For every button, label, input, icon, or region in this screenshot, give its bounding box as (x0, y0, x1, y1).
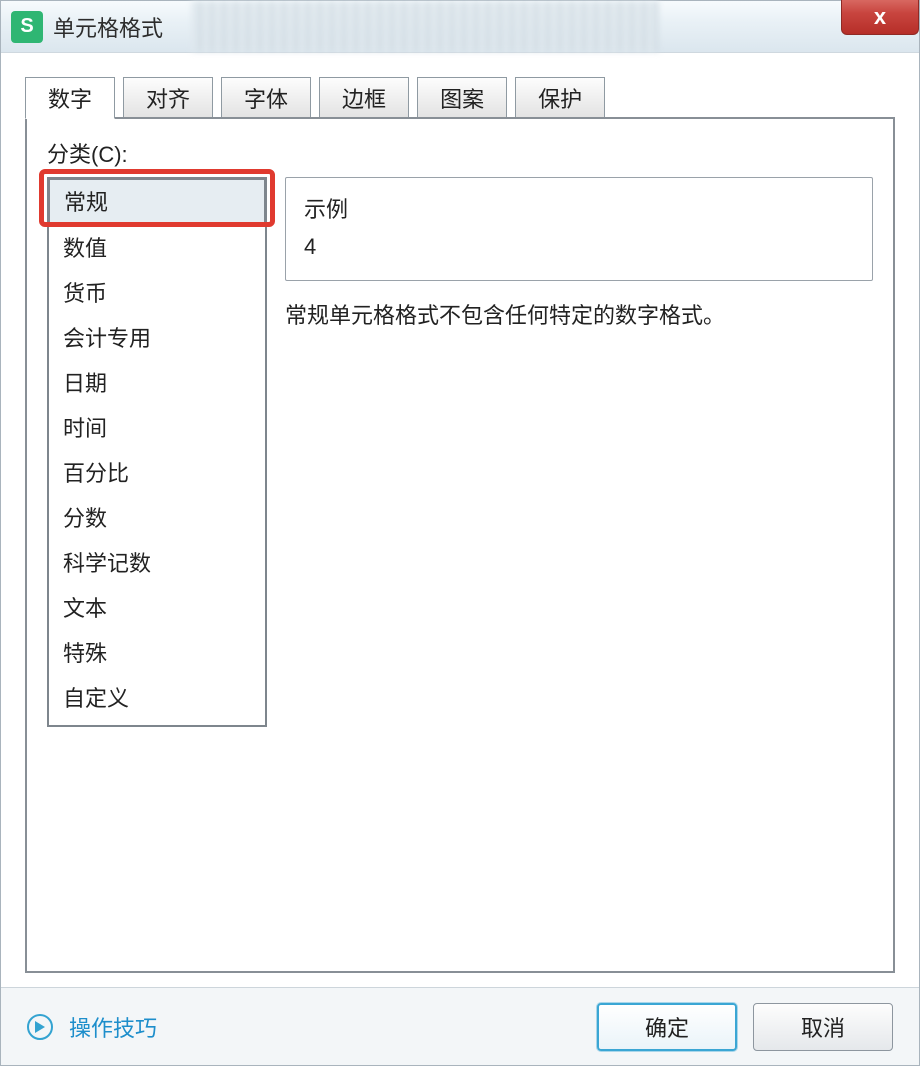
close-icon: x (874, 4, 886, 30)
tab-label: 数字 (48, 82, 92, 114)
category-item-text[interactable]: 文本 (49, 586, 265, 631)
category-list[interactable]: 常规 数值 货币 会计专用 日期 (47, 177, 267, 727)
tab-panel-number: 分类(C): 常规 数值 货币 (25, 117, 895, 973)
tab-label: 字体 (244, 82, 288, 114)
dialog-content: 数字 对齐 字体 边框 图案 保护 分类(C): (1, 53, 919, 987)
app-icon: S (11, 11, 43, 43)
right-side: 示例 4 常规单元格格式不包含任何特定的数字格式。 (285, 177, 873, 332)
panel-body: 常规 数值 货币 会计专用 日期 (47, 177, 873, 727)
tab-label: 保护 (538, 82, 582, 114)
category-item-label: 文本 (63, 596, 107, 621)
app-icon-letter: S (20, 15, 33, 38)
category-item-date[interactable]: 日期 (49, 361, 265, 406)
sample-title: 示例 (304, 192, 854, 224)
category-item-scientific[interactable]: 科学记数 (49, 541, 265, 586)
dialog-footer: 操作技巧 确定 取消 (1, 987, 919, 1065)
category-item-label: 百分比 (63, 461, 129, 486)
sample-value: 4 (304, 234, 854, 260)
category-item-number[interactable]: 数值 (49, 226, 265, 271)
category-item-label: 特殊 (63, 641, 107, 666)
category-item-time[interactable]: 时间 (49, 406, 265, 451)
category-item-label: 分数 (63, 506, 107, 531)
category-item-custom[interactable]: 自定义 (49, 676, 265, 721)
close-button[interactable]: x (841, 0, 919, 35)
dialog-title: 单元格格式 (53, 11, 163, 43)
category-label: 分类(C): (47, 137, 873, 169)
category-item-label: 科学记数 (63, 551, 151, 576)
tab-number[interactable]: 数字 (25, 77, 115, 119)
category-item-special[interactable]: 特殊 (49, 631, 265, 676)
category-item-label: 时间 (63, 416, 107, 441)
tab-alignment[interactable]: 对齐 (123, 77, 213, 119)
category-item-label: 自定义 (63, 686, 129, 711)
tab-font[interactable]: 字体 (221, 77, 311, 119)
tips-link[interactable]: 操作技巧 (69, 1011, 157, 1043)
category-item-label: 日期 (63, 371, 107, 396)
tab-row: 数字 对齐 字体 边框 图案 保护 (25, 77, 895, 119)
title-bar: S 单元格格式 x (1, 1, 919, 53)
category-item-accounting[interactable]: 会计专用 (49, 316, 265, 361)
tab-border[interactable]: 边框 (319, 77, 409, 119)
format-description: 常规单元格格式不包含任何特定的数字格式。 (285, 299, 873, 332)
play-icon (27, 1014, 53, 1040)
category-item-label: 数值 (63, 236, 107, 261)
category-item-fraction[interactable]: 分数 (49, 496, 265, 541)
category-item-percentage[interactable]: 百分比 (49, 451, 265, 496)
title-bar-blur (191, 1, 659, 52)
cell-format-dialog: S 单元格格式 x 数字 对齐 字体 边框 图案 保护 (0, 0, 920, 1066)
category-wrap: 常规 数值 货币 会计专用 日期 (47, 177, 267, 727)
category-item-currency[interactable]: 货币 (49, 271, 265, 316)
ok-button[interactable]: 确定 (597, 1003, 737, 1051)
tab-label: 图案 (440, 82, 484, 114)
sample-group: 示例 4 (285, 177, 873, 281)
category-item-label: 常规 (64, 190, 108, 215)
tab-pattern[interactable]: 图案 (417, 77, 507, 119)
tab-protection[interactable]: 保护 (515, 77, 605, 119)
category-item-label: 货币 (63, 281, 107, 306)
cancel-button[interactable]: 取消 (753, 1003, 893, 1051)
category-item-general[interactable]: 常规 (49, 179, 265, 226)
category-item-label: 会计专用 (63, 326, 151, 351)
tab-label: 对齐 (146, 82, 190, 114)
tab-label: 边框 (342, 82, 386, 114)
